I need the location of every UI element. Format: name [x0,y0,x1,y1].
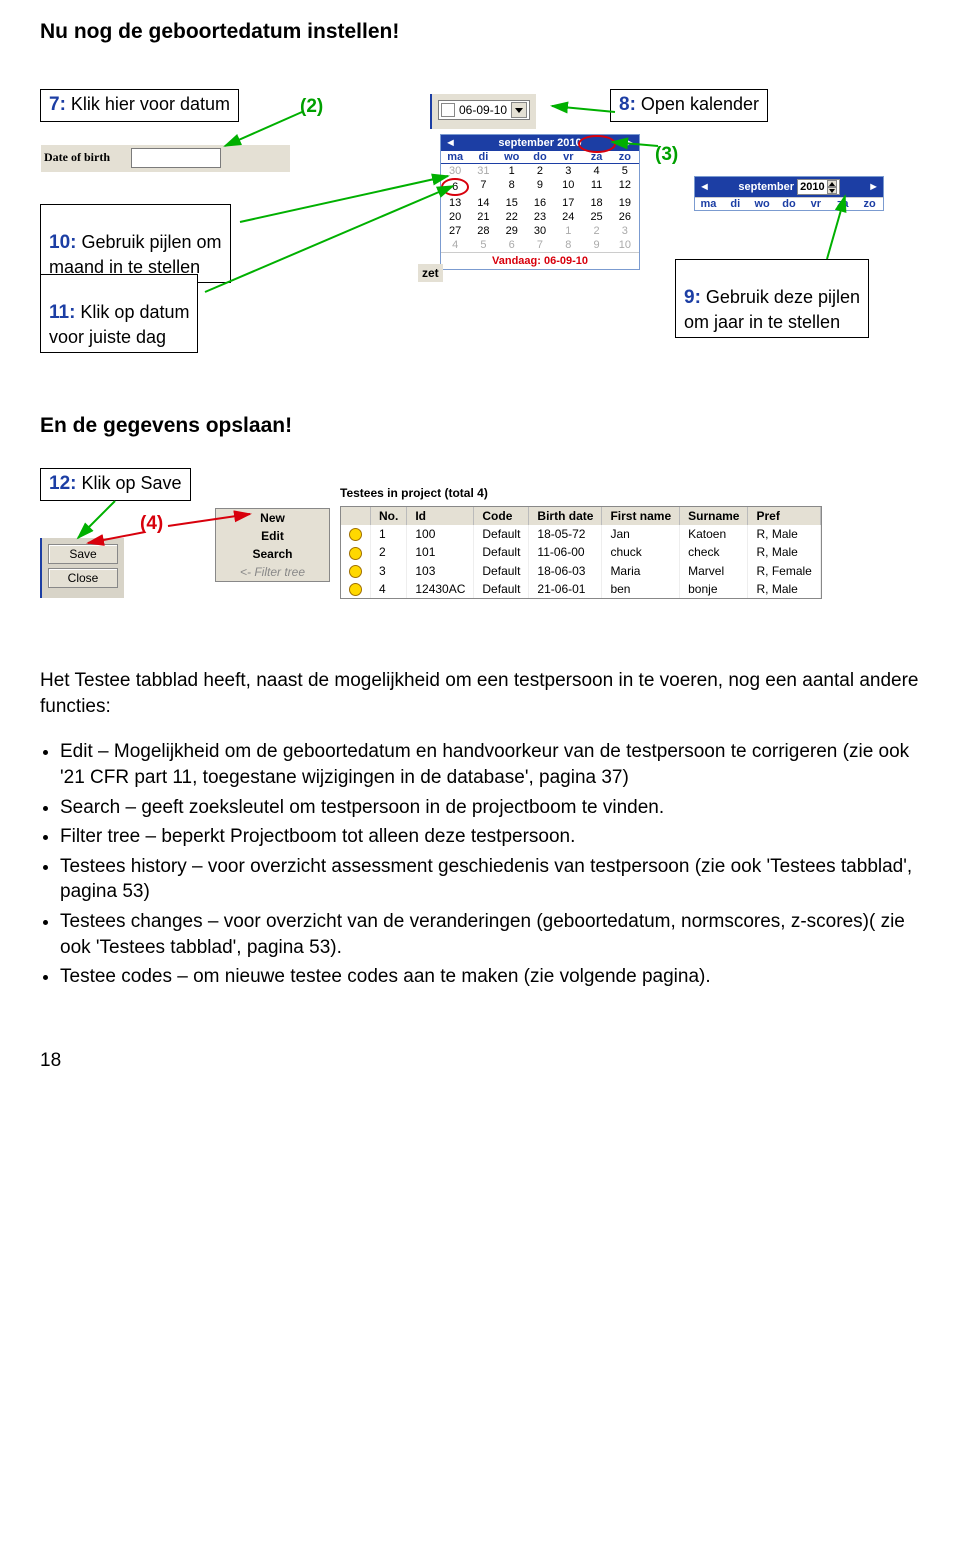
arrows-svg [40,84,920,384]
diagram-save: 12: Klik op Save (4) Save Close New Edit… [40,468,920,638]
table-cell: Default [474,525,529,543]
table-cell: Jan [602,525,680,543]
table-cell: check [680,543,748,561]
list-item: Edit – Mogelijkheid om de geboortedatum … [60,739,920,790]
heading-save: En de gegevens opslaan! [40,414,920,438]
table-cell: R, Male [748,543,820,561]
diagram-dob: 7: Klik hier voor datum (2) 8: Open kale… [40,84,920,384]
page-number: 18 [40,1050,920,1072]
table-cell: Default [474,580,529,598]
table-cell: R, Male [748,580,820,598]
table-cell: Default [474,543,529,561]
table-cell: R, Female [748,562,820,580]
table-cell: bonje [680,580,748,598]
table-cell: Marvel [680,562,748,580]
list-item: Testees history – voor overzicht assessm… [60,854,920,905]
body-paragraph: Het Testee tabblad heeft, naast de mogel… [40,668,920,719]
table-cell: ben [602,580,680,598]
table-header[interactable]: Surname [680,507,748,525]
table-header[interactable]: Code [474,507,529,525]
table-header[interactable]: Pref [748,507,820,525]
table-cell: 18-06-03 [529,562,602,580]
list-item: Search – geeft zoeksleutel om testpersoo… [60,795,920,821]
table-cell: Default [474,562,529,580]
list-item: Filter tree – beperkt Projectboom tot al… [60,824,920,850]
arrow-save-svg [40,468,440,638]
table-cell: Katoen [680,525,748,543]
list-item: Testee codes – om nieuwe testee codes aa… [60,964,920,990]
list-item: Testees changes – voor overzicht van de … [60,909,920,960]
table-cell: Maria [602,562,680,580]
page-title: Nu nog de geboortedatum instellen! [40,20,920,44]
table-cell: R, Male [748,525,820,543]
table-cell: 11-06-00 [529,543,602,561]
table-cell: 21-06-01 [529,580,602,598]
table-cell: 18-05-72 [529,525,602,543]
table-header[interactable]: First name [602,507,680,525]
table-cell: chuck [602,543,680,561]
table-header[interactable]: Birth date [529,507,602,525]
feature-list: Edit – Mogelijkheid om de geboortedatum … [40,739,920,990]
